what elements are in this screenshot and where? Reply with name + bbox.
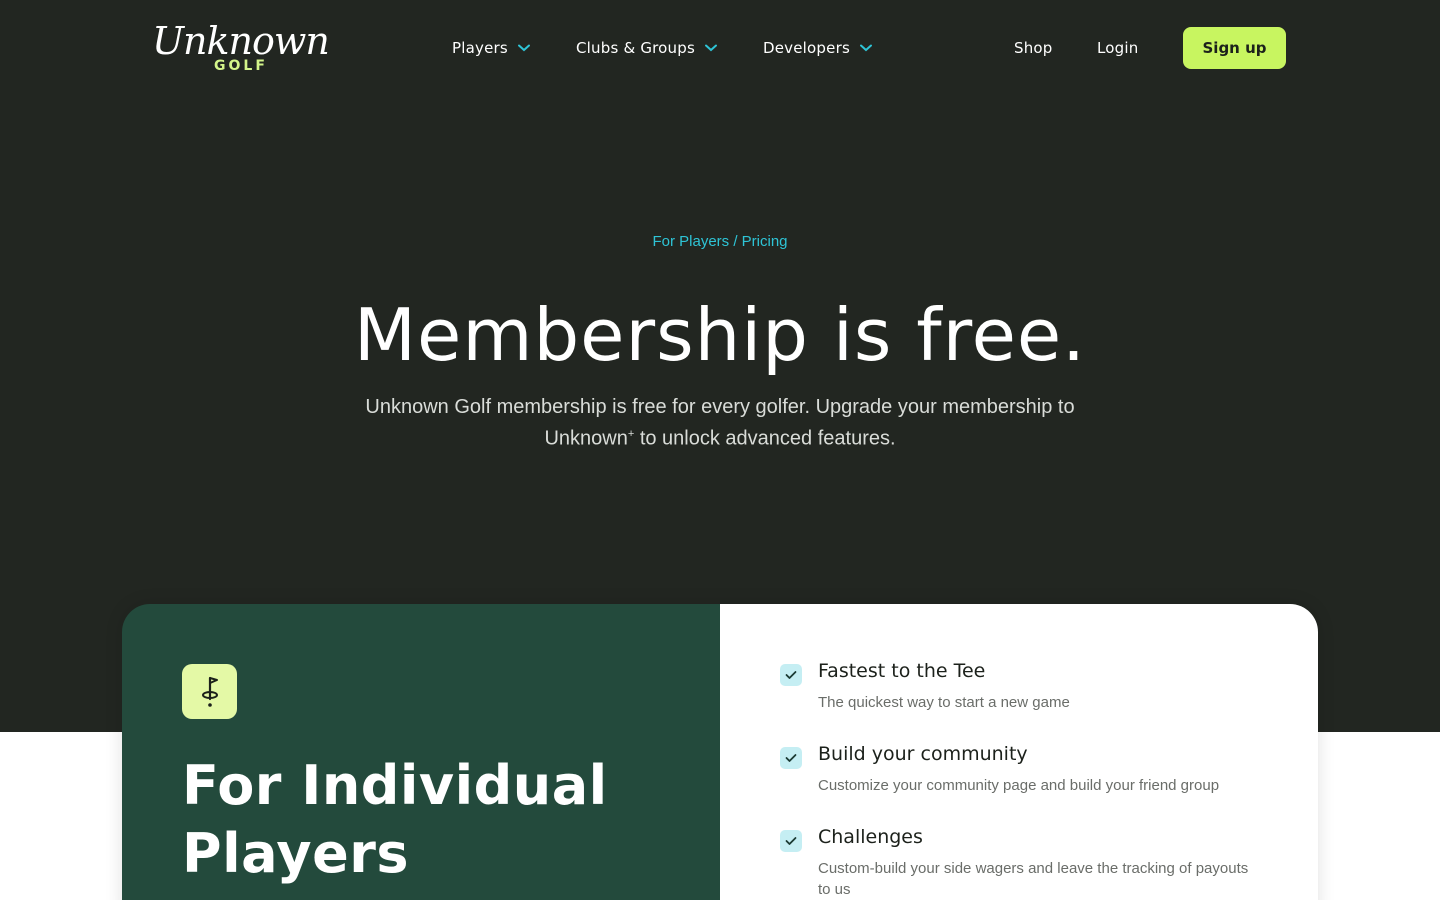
logo-golf: GOLF xyxy=(214,58,268,74)
chevron-down-icon xyxy=(517,44,530,52)
feature-desc: Customize your community page and build … xyxy=(818,777,1220,794)
check-icon xyxy=(780,664,802,686)
nav-item-players[interactable]: Players xyxy=(452,36,530,60)
nav-item-clubs-groups[interactable]: Clubs & Groups xyxy=(576,36,717,60)
feature-desc: Custom-build your side wagers and leave … xyxy=(818,860,1249,898)
breadcrumb[interactable]: For Players / Pricing xyxy=(0,233,1440,250)
nav-item-label: Developers xyxy=(763,39,850,57)
hero-subtitle-text-end: to unlock advanced features. xyxy=(634,427,896,450)
card-title: For Individual Players xyxy=(182,754,608,885)
feature-desc: The quickest way to start a new game xyxy=(818,694,1070,711)
hero-subtitle: Unknown Golf membership is free for ever… xyxy=(340,394,1100,453)
signup-button[interactable]: Sign up xyxy=(1183,27,1286,69)
feature-title: Fastest to the Tee xyxy=(818,660,986,682)
top-nav: Unknown GOLF Players Clubs & Groups Deve… xyxy=(0,0,1440,96)
check-icon xyxy=(780,830,802,852)
pricing-card-individual: For Individual Players Fastest to the Te… xyxy=(122,604,1318,900)
nav-item-label: Clubs & Groups xyxy=(576,39,695,57)
check-icon xyxy=(780,747,802,769)
logo[interactable]: Unknown GOLF xyxy=(152,18,330,78)
features-panel: Fastest to the Tee The quickest way to s… xyxy=(720,604,1318,900)
nav-login-link[interactable]: Login xyxy=(1097,36,1138,60)
chevron-down-icon xyxy=(705,44,717,52)
golf-flag-icon xyxy=(182,664,237,719)
page-title: Membership is free. xyxy=(353,293,1087,377)
feature-title: Challenges xyxy=(818,826,923,848)
nav-item-developers[interactable]: Developers xyxy=(763,36,872,60)
chevron-down-icon xyxy=(859,44,872,52)
nav-shop-link[interactable]: Shop xyxy=(1014,36,1053,60)
card-left-panel: For Individual Players xyxy=(122,604,720,900)
nav-item-label: Players xyxy=(452,39,508,57)
feature-title: Build your community xyxy=(818,743,1028,765)
